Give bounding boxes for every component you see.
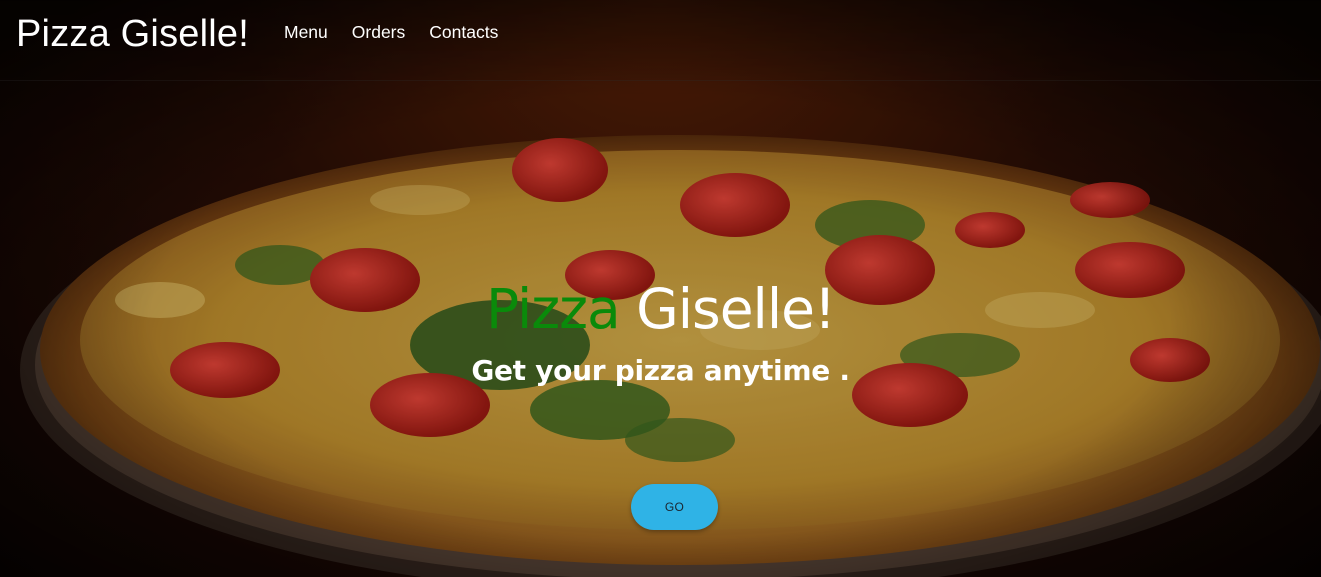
nav-link-menu[interactable]: Menu — [284, 21, 328, 43]
hero-section: Pizza Giselle! Menu Orders Contacts Pizz… — [0, 0, 1321, 577]
headline-accent: Pizza — [485, 277, 621, 341]
hero-headline: Pizza Giselle! — [0, 276, 1321, 342]
nav-link-contacts[interactable]: Contacts — [429, 21, 498, 43]
brand-logo[interactable]: Pizza Giselle! — [16, 13, 249, 56]
nav-link-orders[interactable]: Orders — [352, 21, 405, 43]
hero-tagline: Get your pizza anytime . — [471, 354, 850, 387]
go-button[interactable]: GO — [631, 484, 718, 530]
navbar: Pizza Giselle! Menu Orders Contacts — [0, 0, 1321, 81]
headline-rest: Giselle! — [619, 277, 836, 341]
nav-links: Menu Orders Contacts — [284, 21, 522, 43]
